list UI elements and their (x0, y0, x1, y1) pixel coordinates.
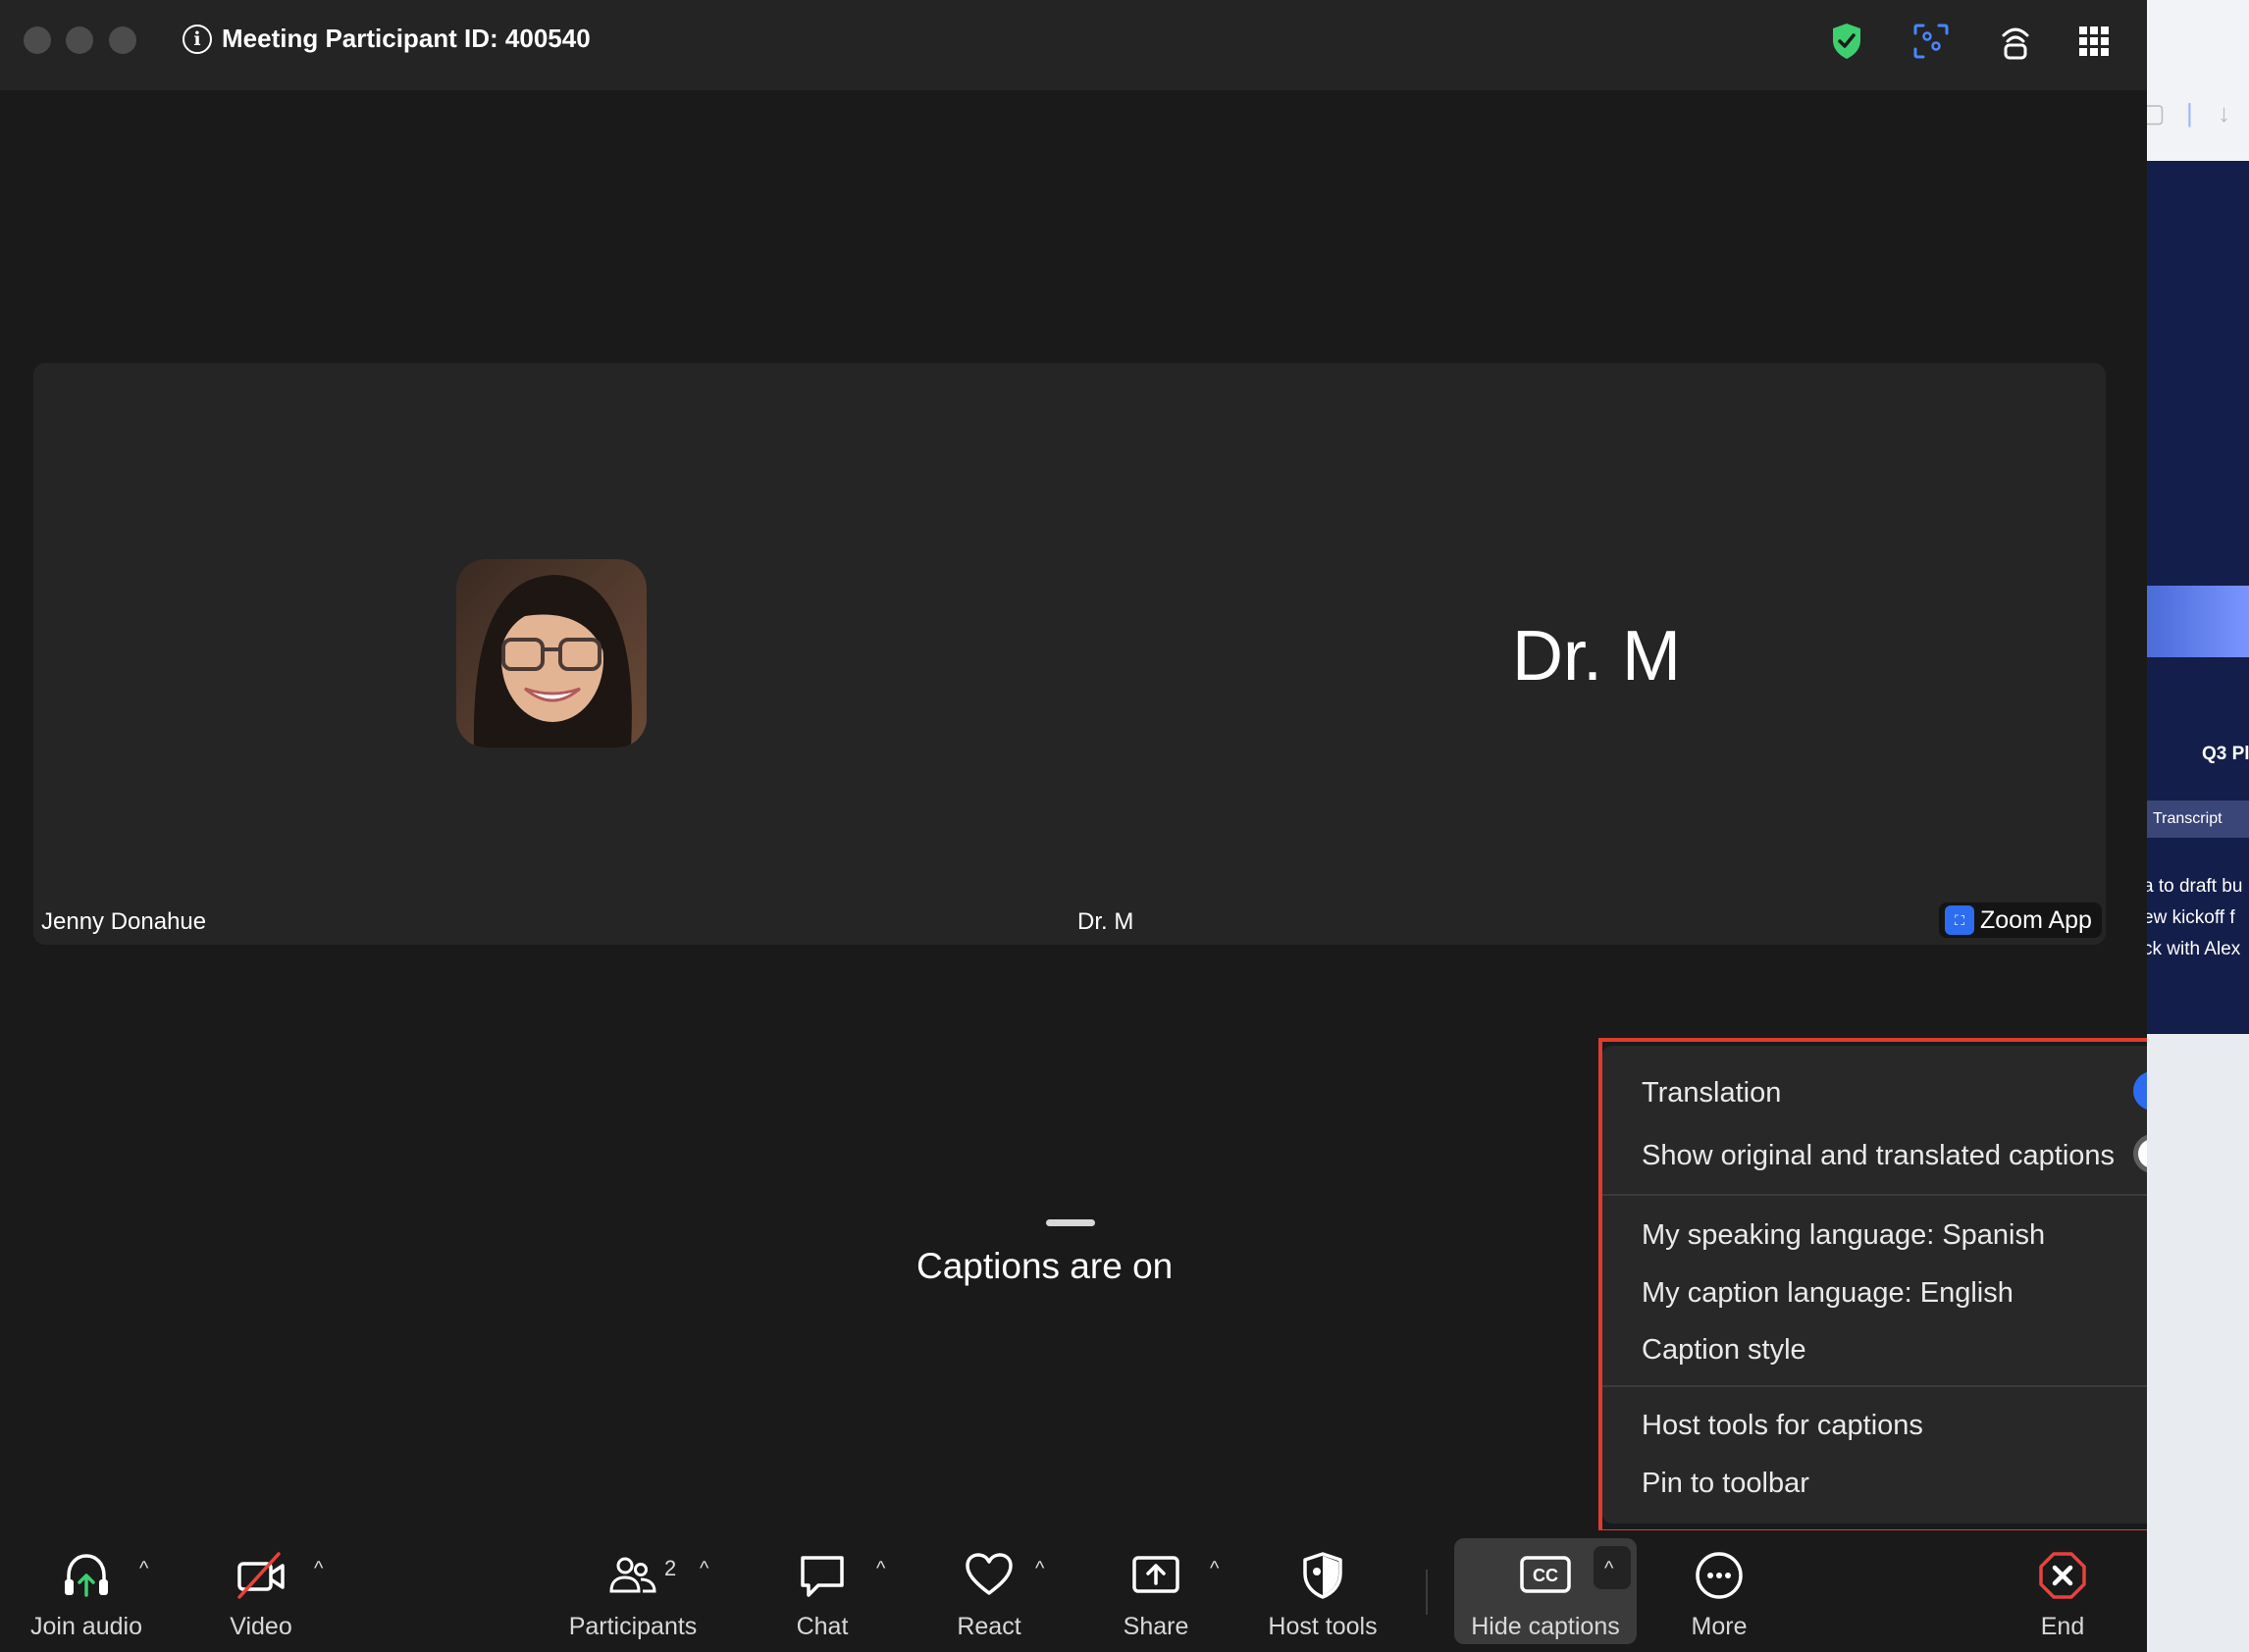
react-label: React (957, 1613, 1021, 1640)
menu-divider (1602, 1194, 2147, 1196)
zoom-app-badge[interactable]: ⛶ Zoom App (1939, 903, 2102, 938)
zoom-app-icon: ⛶ (1945, 905, 1974, 935)
meeting-title: Meeting Participant ID: 400540 (222, 24, 591, 53)
participant-display-name: Dr. M (1512, 617, 1681, 696)
host-tools-label: Host tools (1268, 1613, 1378, 1640)
participants-count: 2 (664, 1556, 677, 1580)
meeting-window: i Meeting Participant ID: 400540 Dr. M J… (0, 0, 2147, 1652)
cc-text: CC (1533, 1566, 1558, 1585)
background-app-toolbar: ▢ | ↓ (2147, 0, 2249, 161)
participant-avatar-jenny (456, 559, 647, 748)
participants-options-caret[interactable]: ^ (700, 1558, 708, 1580)
background-app-title: Q3 Pl (2202, 744, 2249, 764)
host-tools-captions-item[interactable]: Host tools for captions (1642, 1410, 1923, 1442)
share-label: Share (1123, 1613, 1189, 1640)
apps-icon[interactable] (1909, 20, 1953, 63)
background-app-bottom (2147, 1034, 2249, 1652)
more-icon (1696, 1552, 1743, 1599)
transcript-line: a to draft bu (2147, 876, 2243, 897)
meeting-info[interactable]: i Meeting Participant ID: 400540 (183, 24, 591, 54)
share-button[interactable]: Share (1105, 1530, 1207, 1652)
more-label: More (1691, 1613, 1748, 1640)
join-audio-label: Join audio (30, 1613, 142, 1640)
close-window-button[interactable] (24, 26, 51, 54)
participants-label: Participants (568, 1613, 698, 1640)
gallery-view-icon[interactable] (2072, 20, 2116, 63)
participant-name-label: Dr. M (1077, 908, 1134, 935)
participants-icon (609, 1557, 656, 1593)
host-tools-button[interactable]: Host tools (1256, 1530, 1389, 1652)
end-label: End (2040, 1613, 2085, 1640)
info-icon[interactable]: i (183, 24, 212, 54)
toolbar-divider (1426, 1570, 1428, 1615)
translation-label: Translation (1642, 1077, 1782, 1109)
participants-button[interactable]: Participants (561, 1530, 705, 1652)
title-bar: i Meeting Participant ID: 400540 (0, 0, 2147, 90)
react-options-caret[interactable]: ^ (1035, 1558, 1044, 1580)
chat-label: Chat (796, 1613, 849, 1640)
background-app-banner (2147, 586, 2249, 657)
minimize-window-button[interactable] (66, 26, 93, 54)
host-shield-icon (1303, 1552, 1342, 1599)
puzzle-icon: ▢ (2147, 98, 2166, 128)
share-screen-icon (1132, 1556, 1179, 1593)
chat-button[interactable]: Chat (771, 1530, 873, 1652)
caption-options-menu: Translation Show original and translated… (1602, 1046, 2147, 1523)
security-shield-icon[interactable] (1825, 20, 1868, 63)
transcript-tab-label: Transcript (2153, 810, 2223, 827)
chat-options-caret[interactable]: ^ (876, 1558, 885, 1580)
closed-captions-icon: CC (1520, 1556, 1571, 1593)
more-button[interactable]: More (1668, 1530, 1770, 1652)
captions-status: Captions are on (916, 1246, 1174, 1286)
download-icon: ↓ (2218, 98, 2230, 128)
heart-icon (966, 1553, 1013, 1595)
show-original-translated-toggle[interactable] (2133, 1134, 2147, 1173)
translation-toggle[interactable] (2133, 1071, 2147, 1110)
video-options-caret[interactable]: ^ (314, 1558, 323, 1580)
transcript-line: ew kickoff f (2147, 907, 2235, 928)
video-button[interactable]: Video (202, 1530, 320, 1652)
immersive-view-icon[interactable] (1994, 20, 2037, 63)
hide-captions-label: Hide captions (1471, 1613, 1620, 1640)
divider-icon: | (2186, 98, 2193, 128)
background-app-window: ▢ | ↓ Q3 Pl Transcript a to draft bu ew … (2147, 0, 2249, 1652)
video-label: Video (230, 1613, 292, 1640)
menu-divider (1602, 1385, 2147, 1387)
meeting-toolbar: Join audio ^ Video ^ Participants 2 ^ Ch… (0, 1530, 2147, 1652)
show-original-translated-label: Show original and translated captions (1642, 1140, 2116, 1171)
background-app-tab[interactable]: Transcript (2147, 800, 2249, 838)
audio-options-caret[interactable]: ^ (139, 1558, 148, 1580)
share-options-caret[interactable]: ^ (1210, 1558, 1219, 1580)
join-audio-button[interactable]: Join audio (20, 1530, 153, 1652)
participant-name-label: Jenny Donahue (41, 908, 207, 935)
zoom-app-label: Zoom App (1980, 905, 2092, 934)
video-stage: Dr. M Jenny Donahue Dr. M ⛶ Zoom App (33, 363, 2106, 945)
video-off-icon (237, 1552, 285, 1599)
end-button[interactable]: End (2012, 1530, 2114, 1652)
chat-icon (801, 1556, 844, 1597)
toggle-knob (2138, 1139, 2147, 1168)
caption-style-item[interactable]: Caption style (1642, 1334, 1806, 1367)
pin-to-toolbar-item[interactable]: Pin to toolbar (1642, 1468, 1809, 1500)
speaking-language-item[interactable]: My speaking language: Spanish (1642, 1219, 2045, 1252)
headphones-icon (65, 1554, 108, 1597)
zoom-window-button[interactable] (109, 26, 136, 54)
transcript-line: ck with Alex (2147, 939, 2241, 959)
captions-options-caret[interactable]: ^ (1604, 1558, 1613, 1580)
end-meeting-icon (2039, 1552, 2086, 1599)
react-button[interactable]: React (938, 1530, 1040, 1652)
caption-language-item[interactable]: My caption language: English (1642, 1277, 2014, 1310)
captions-drag-handle[interactable] (1046, 1219, 1095, 1226)
